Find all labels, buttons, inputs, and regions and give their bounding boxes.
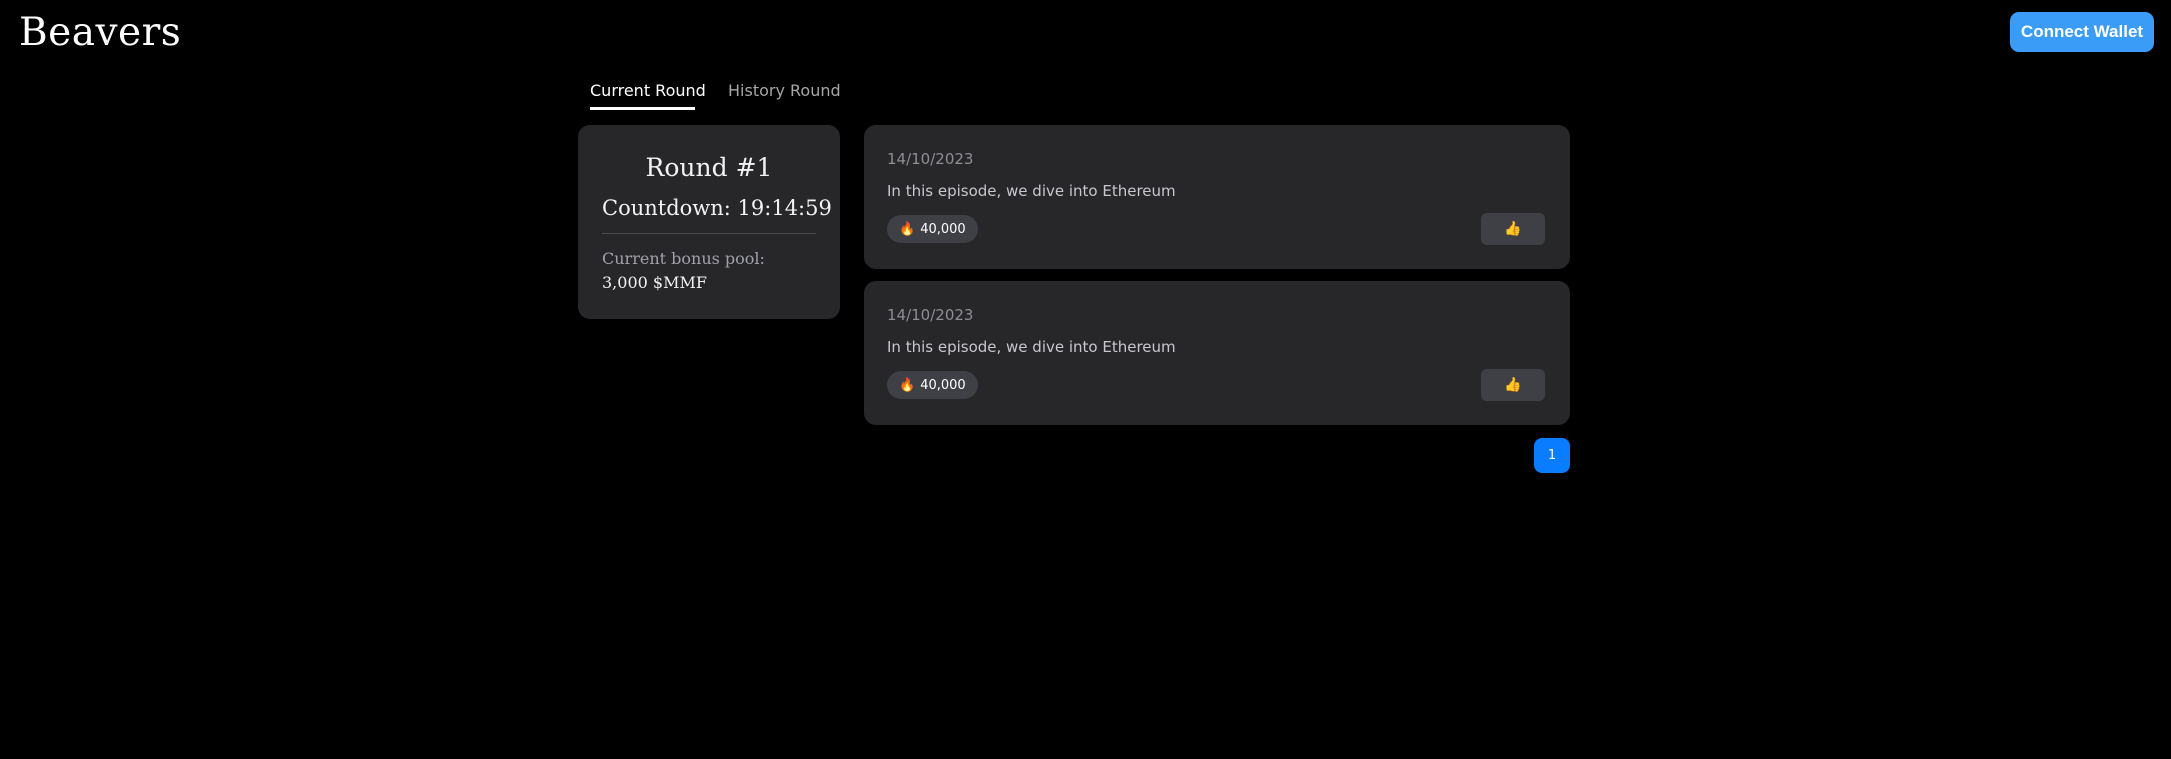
connect-wallet-button[interactable]: Connect Wallet <box>2010 12 2154 52</box>
tab-history-round[interactable]: History Round <box>728 78 841 104</box>
pagination-page-button[interactable]: 1 <box>1534 438 1570 473</box>
heat-count: 40,000 <box>920 221 966 237</box>
thumbs-up-icon: 👍 <box>1504 377 1522 393</box>
episode-date: 14/10/2023 <box>887 306 974 324</box>
episode-description: In this episode, we dive into Ethereum <box>887 182 1176 200</box>
round-countdown: Countdown: 19:14:59 <box>602 196 832 220</box>
heat-badge: 🔥 40,000 <box>887 371 978 399</box>
bonus-pool-value: 3,000 $MMF <box>602 273 707 292</box>
episode-date: 14/10/2023 <box>887 150 974 168</box>
episode-card: 14/10/2023 In this episode, we dive into… <box>864 281 1570 425</box>
fire-icon: 🔥 <box>899 377 916 393</box>
tab-current-round[interactable]: Current Round <box>590 78 706 110</box>
heat-badge: 🔥 40,000 <box>887 215 978 243</box>
app-logo[interactable]: Beavers <box>19 6 181 60</box>
thumbs-up-icon: 👍 <box>1504 221 1522 237</box>
bonus-pool-label: Current bonus pool: <box>602 249 765 268</box>
round-divider <box>602 233 816 234</box>
fire-icon: 🔥 <box>899 221 916 237</box>
episode-card: 14/10/2023 In this episode, we dive into… <box>864 125 1570 269</box>
like-button[interactable]: 👍 <box>1481 369 1545 401</box>
like-button[interactable]: 👍 <box>1481 213 1545 245</box>
heat-count: 40,000 <box>920 377 966 393</box>
episode-description: In this episode, we dive into Ethereum <box>887 338 1176 356</box>
round-title: Round #1 <box>645 153 773 182</box>
round-info-card: Round #1 Countdown: 19:14:59 Current bon… <box>578 125 840 319</box>
